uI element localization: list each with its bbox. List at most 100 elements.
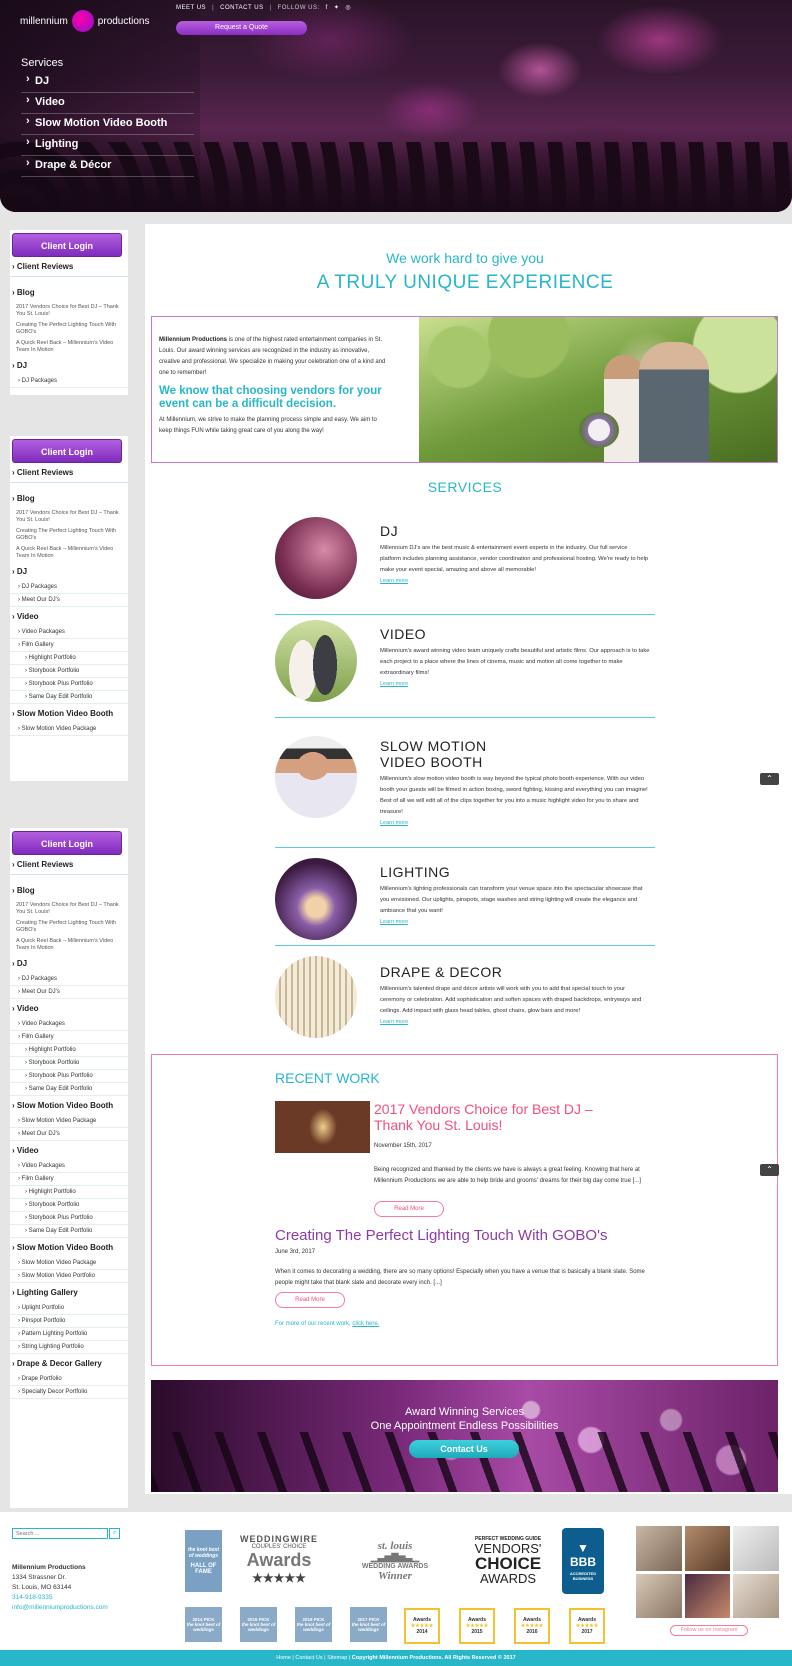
sidebar-post[interactable]: 2017 Vendors Choice for Best DJ – Thank … [10,302,128,320]
instagram-photo[interactable] [636,1526,682,1571]
sidebar-post[interactable]: A Quick Reel Back – Millennium's Video T… [10,936,128,954]
sidebar-item-pinspot[interactable]: Pinspot Portfolio [10,1315,128,1328]
instagram-photo[interactable] [684,1573,731,1618]
learn-more-link[interactable]: Learn more [380,578,408,584]
services-menu-item-slow-motion[interactable]: Slow Motion Video Booth [21,114,194,135]
sidebar-item-highlight[interactable]: Highlight Portfolio [10,652,128,665]
sidebar-item-highlight[interactable]: Highlight Portfolio [10,1044,128,1057]
sidebar-item-dj[interactable]: DJ [10,562,128,581]
sidebar-item-slowmo-portfolio[interactable]: Slow Motion Video Portfolio [10,1270,128,1283]
sidebar-item-dj-packages[interactable]: DJ Packages [10,581,128,594]
sidebar-item-video-packages[interactable]: Video Packages [10,1160,128,1173]
sidebar-item-meet-djs[interactable]: Meet Our DJ's [10,1128,128,1141]
services-menu-item-drape[interactable]: Drape & Décor [21,156,194,177]
sidebar-item-client-reviews[interactable]: Client Reviews [10,257,128,277]
sidebar-post[interactable]: 2017 Vendors Choice for Best DJ – Thank … [10,900,128,918]
sidebar-item-same-day[interactable]: Same Day Edit Portfolio [10,1225,128,1238]
sidebar-item-blog[interactable]: Blog [10,881,128,900]
sidebar-item-highlight[interactable]: Highlight Portfolio [10,1186,128,1199]
sidebar-post[interactable]: A Quick Reel Back – Millennium's Video T… [10,544,128,562]
services-menu-item-lighting[interactable]: Lighting [21,135,194,156]
sidebar-item-film-gallery[interactable]: Film Gallery [10,1173,128,1186]
sidebar-item-video[interactable]: Video [10,607,128,626]
sidebar-item-string[interactable]: String Lighting Portfolio [10,1341,128,1354]
post-thumbnail[interactable] [275,1101,370,1153]
post-title[interactable]: 2017 Vendors Choice for Best DJ – Thank … [374,1101,634,1133]
twitter-icon[interactable]: ✦ [334,4,340,11]
sidebar-item-uplight[interactable]: Uplight Portfolio [10,1302,128,1315]
sidebar-item-film-gallery[interactable]: Film Gallery [10,1031,128,1044]
services-menu-item-video[interactable]: Video [21,93,194,114]
instagram-photo[interactable] [684,1526,731,1571]
client-login-button[interactable]: Client Login [12,439,122,463]
sidebar-item-blog[interactable]: Blog [10,283,128,302]
sidebar-item-slow-motion[interactable]: Slow Motion Video Booth [10,704,128,723]
sidebar-item-slow-motion[interactable]: Slow Motion Video Booth [10,1096,128,1115]
sidebar-item-video[interactable]: Video [10,1141,128,1160]
sidebar-item-drape-gallery[interactable]: Drape & Decor Gallery [10,1354,128,1373]
phone-link[interactable]: 314-918-9335 [12,1593,108,1603]
sidebar-item-storybook[interactable]: Storybook Portfolio [10,1199,128,1212]
sidebar-post[interactable]: Creating The Perfect Lighting Touch With… [10,526,128,544]
facebook-icon[interactable]: f [326,5,328,11]
sidebar-post[interactable]: 2017 Vendors Choice for Best DJ – Thank … [10,508,128,526]
contact-us-button[interactable]: Contact Us [409,1440,519,1458]
sidebar-item-slowmo-package[interactable]: Slow Motion Video Package [10,1257,128,1270]
instagram-icon[interactable]: ◎ [345,4,351,11]
instagram-photo[interactable] [733,1573,779,1618]
sidebar-item-film-gallery[interactable]: Film Gallery [10,639,128,652]
sidebar-item-video-packages[interactable]: Video Packages [10,1018,128,1031]
services-menu-item-dj[interactable]: DJ [21,72,194,93]
sidebar-item-client-reviews[interactable]: Client Reviews [10,463,128,483]
sidebar-item-drape-portfolio[interactable]: Drape Portfolio [10,1373,128,1386]
sidebar-item-storybook[interactable]: Storybook Portfolio [10,665,128,678]
nav-contact-us[interactable]: CONTACT US [220,5,263,11]
sidebar-item-dj[interactable]: DJ [10,356,128,375]
read-more-button[interactable]: Read More [374,1201,444,1217]
learn-more-link[interactable]: Learn more [380,1019,408,1025]
email-link[interactable]: info@millenniumproductions.com [12,1603,108,1613]
sidebar-item-specialty[interactable]: Specialty Decor Portfolio [10,1386,128,1399]
client-login-button[interactable]: Client Login [12,831,122,855]
sidebar-item-video-packages[interactable]: Video Packages [10,626,128,639]
logo[interactable]: millennium productions [20,10,150,32]
sidebar-item-lighting-gallery[interactable]: Lighting Gallery [10,1283,128,1302]
sidebar-item-meet-djs[interactable]: Meet Our DJ's [10,986,128,999]
sidebar-item-client-reviews[interactable]: Client Reviews [10,855,128,875]
sidebar-item-dj[interactable]: DJ [10,954,128,973]
sidebar-post[interactable]: Creating The Perfect Lighting Touch With… [10,918,128,936]
learn-more-link[interactable]: Learn more [380,681,408,687]
more-work-link[interactable]: click here. [352,1321,379,1327]
sidebar-item-slowmo-package[interactable]: Slow Motion Video Package [10,723,128,736]
sidebar-item-same-day[interactable]: Same Day Edit Portfolio [10,1083,128,1096]
sidebar-item-slow-motion[interactable]: Slow Motion Video Booth [10,1238,128,1257]
sidebar-item-pattern[interactable]: Pattern Lighting Portfolio [10,1328,128,1341]
sidebar-item-storybook[interactable]: Storybook Portfolio [10,1057,128,1070]
scroll-top-button[interactable]: ⌃ [760,773,779,785]
sidebar-post[interactable]: A Quick Reel Back – Millennium's Video T… [10,338,128,356]
sidebar-item-storybook-plus[interactable]: Storybook Plus Portfolio [10,678,128,691]
learn-more-link[interactable]: Learn more [380,820,408,826]
read-more-button[interactable]: Read More [275,1292,345,1308]
client-login-button[interactable]: Client Login [12,233,122,257]
sidebar-post[interactable]: Creating The Perfect Lighting Touch With… [10,320,128,338]
sidebar-item-same-day[interactable]: Same Day Edit Portfolio [10,691,128,704]
instagram-photo[interactable] [733,1526,779,1571]
sidebar-item-storybook-plus[interactable]: Storybook Plus Portfolio [10,1070,128,1083]
request-quote-button[interactable]: Request a Quote [176,21,307,35]
sidebar-item-dj-packages[interactable]: DJ Packages [10,375,128,388]
sidebar-item-dj-packages[interactable]: DJ Packages [10,973,128,986]
post-title[interactable]: Creating The Perfect Lighting Touch With… [275,1227,607,1244]
search-input[interactable] [12,1528,108,1539]
sidebar-item-video[interactable]: Video [10,999,128,1018]
sidebar-item-meet-djs[interactable]: Meet Our DJ's [10,594,128,607]
sidebar-item-slowmo-package[interactable]: Slow Motion Video Package [10,1115,128,1128]
learn-more-link[interactable]: Learn more [380,919,408,925]
footer-links[interactable]: Home | Contact Us | Sitemap | [276,1655,352,1661]
follow-instagram-button[interactable]: Follow us on Instagram [670,1625,748,1636]
scroll-top-button[interactable]: ⌃ [760,1164,779,1176]
sidebar-item-blog[interactable]: Blog [10,489,128,508]
search-icon[interactable]: ⌕ [109,1528,120,1539]
sidebar-item-storybook-plus[interactable]: Storybook Plus Portfolio [10,1212,128,1225]
nav-meet-us[interactable]: MEET US [176,5,206,11]
